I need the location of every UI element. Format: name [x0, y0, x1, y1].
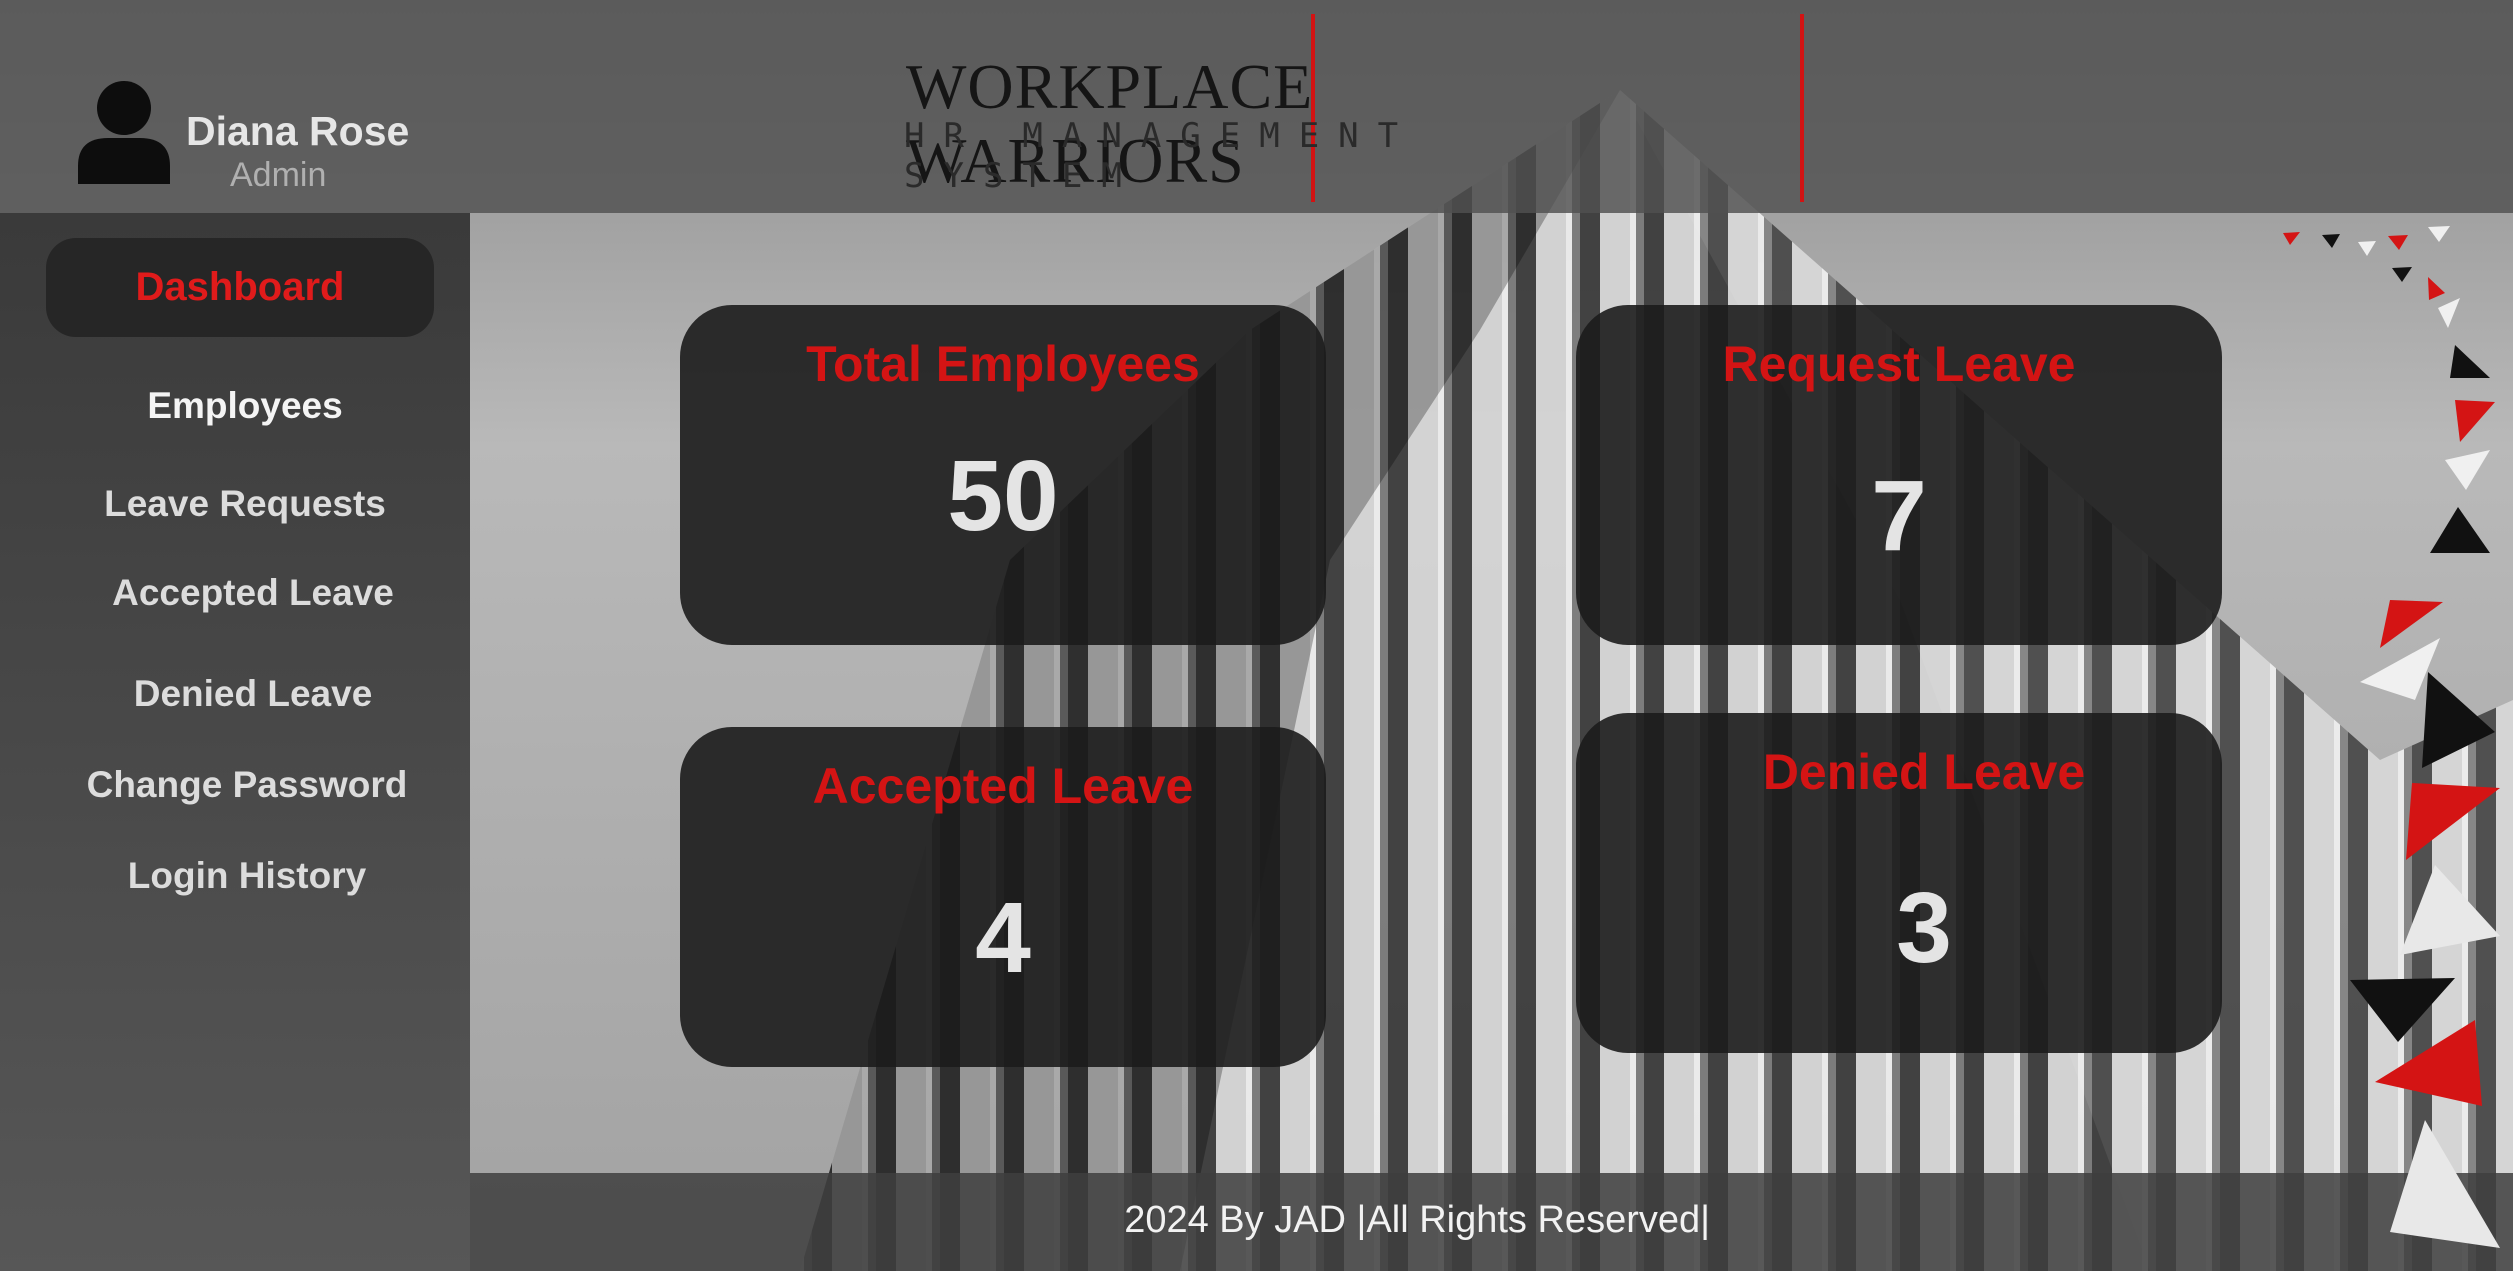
stat-card-accepted-leave[interactable]: Accepted Leave 4	[680, 727, 1326, 1067]
sidebar-item-leave-requests[interactable]: Leave Requests	[0, 483, 490, 525]
person-icon	[78, 81, 170, 184]
sidebar-item-dashboard[interactable]: Dashboard	[46, 238, 434, 337]
card-title: Request Leave	[1722, 336, 2076, 392]
card-value: 7	[1871, 460, 1927, 572]
stat-card-denied-leave[interactable]: Denied Leave 3	[1576, 713, 2222, 1053]
sidebar-item-login-history[interactable]: Login History	[2, 855, 492, 897]
dashboard-content: Total Employees 50 Request Leave 7 Accep…	[470, 213, 2513, 1173]
user-role: Admin	[230, 156, 327, 194]
card-value: 3	[1896, 872, 1952, 984]
sidebar-item-denied-leave[interactable]: Denied Leave	[8, 673, 498, 715]
user-name: Diana Rose	[186, 108, 410, 154]
card-value: 4	[975, 882, 1031, 994]
stat-card-total-employees[interactable]: Total Employees 50	[680, 305, 1326, 645]
footer-bar: 2024 By JAD |All Rights Reserved|	[470, 1173, 2513, 1271]
header-divider	[1800, 14, 1804, 202]
sidebar-item-accepted-leave[interactable]: Accepted Leave	[8, 572, 498, 614]
stat-card-request-leave[interactable]: Request Leave 7	[1576, 305, 2222, 645]
footer-copyright: 2024 By JAD |All Rights Reserved|	[1124, 1199, 1710, 1241]
decorative-triangles-icon	[2283, 226, 2500, 1248]
card-title: Accepted Leave	[812, 758, 1194, 814]
card-value: 50	[947, 440, 1059, 552]
card-title: Total Employees	[806, 336, 1200, 392]
card-title: Denied Leave	[1762, 744, 2086, 800]
sidebar: Dashboard Employees Leave Requests Accep…	[0, 213, 470, 1271]
sidebar-item-change-password[interactable]: Change Password	[2, 764, 492, 806]
brand-subtitle: HR MANAGEMENT SYSTEM	[904, 116, 1418, 196]
header-bar: WORKPLACE WARRIORS HR MANAGEMENT SYSTEM …	[0, 0, 2513, 213]
sidebar-item-employees[interactable]: Employees	[0, 385, 490, 427]
